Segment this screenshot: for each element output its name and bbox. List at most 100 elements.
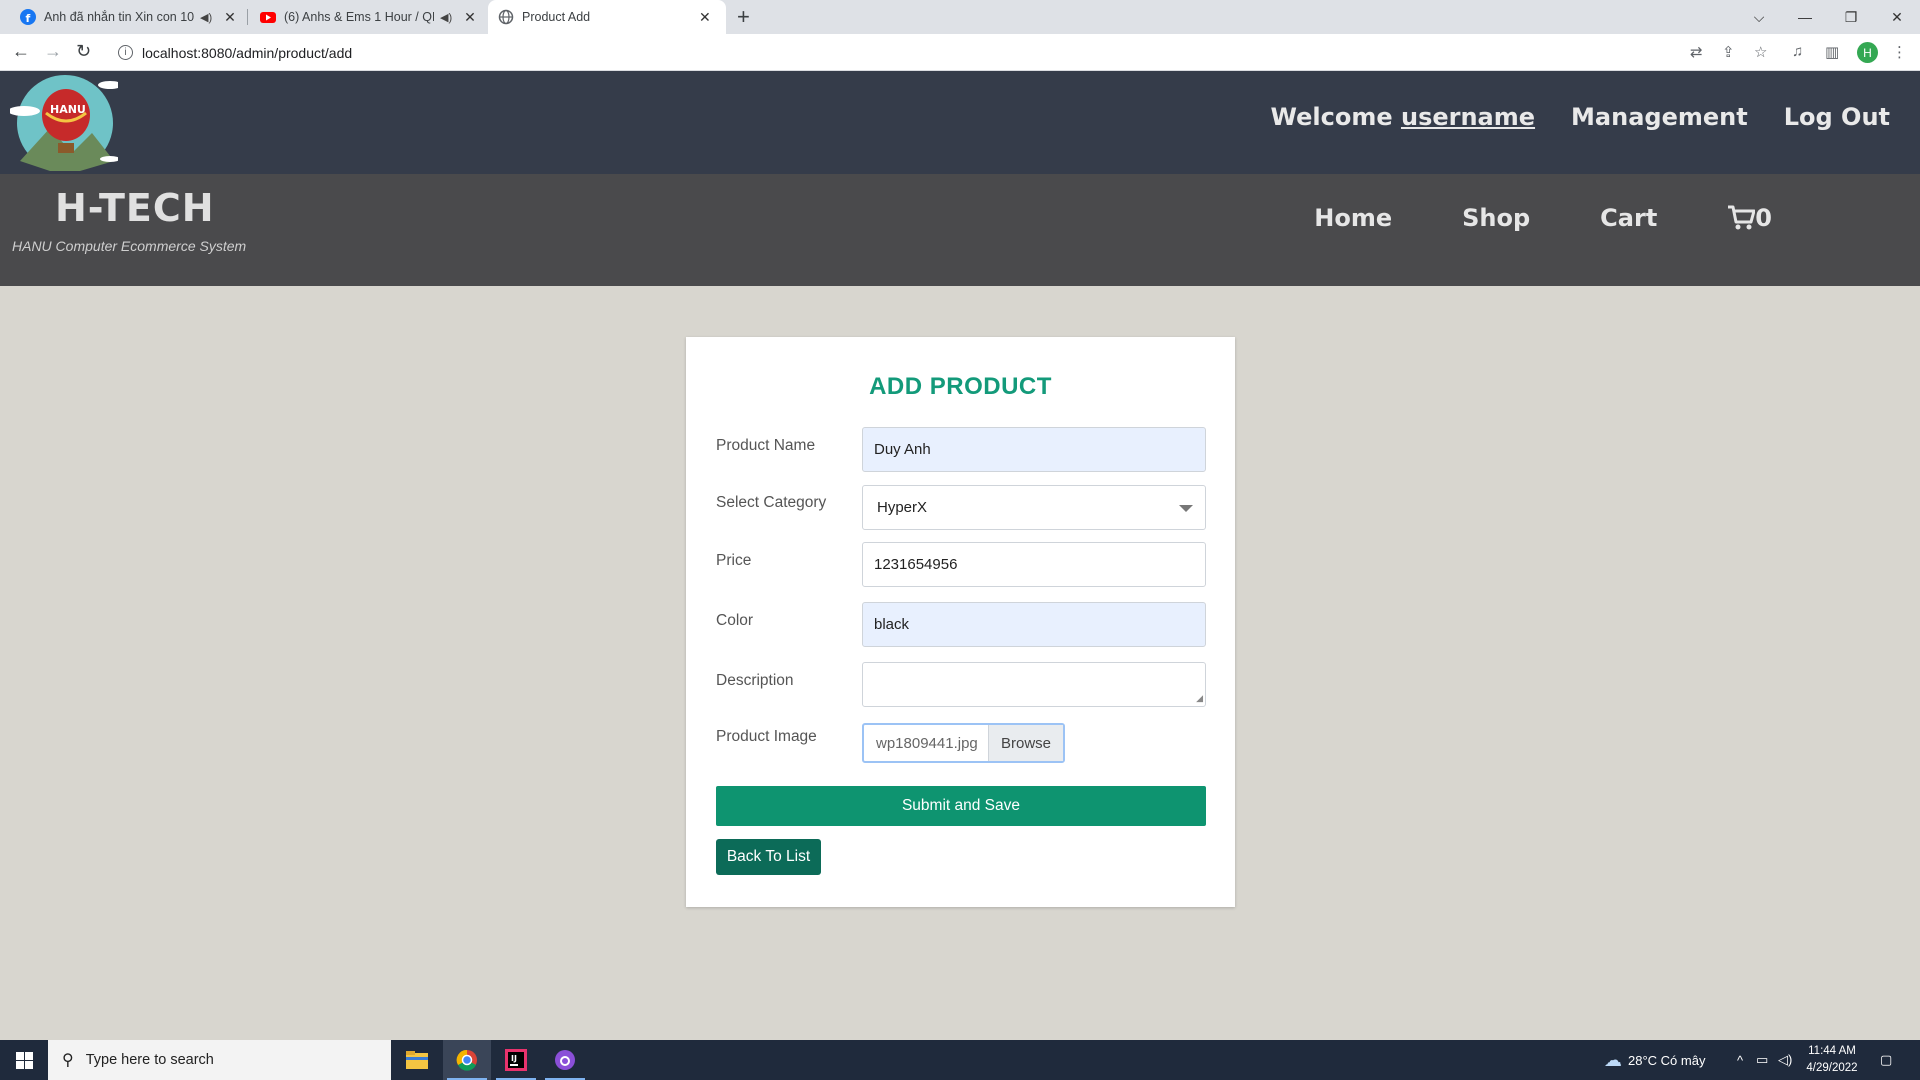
close-tab-icon[interactable]: ✕ [699,9,711,26]
description-textarea[interactable]: ◢ [862,662,1206,707]
svg-text:IJ: IJ [511,1054,517,1063]
brand-tagline: HANU Computer Ecommerce System [12,238,247,254]
resize-grip-icon[interactable]: ◢ [1196,693,1203,704]
product-image-file-input[interactable]: wp1809441.jpg Browse [862,723,1065,763]
url-text: localhost:8080/admin/product/add [142,44,353,61]
price-label: Price [716,552,752,569]
hanu-logo[interactable]: HANU [10,73,118,173]
nav-home[interactable]: Home [1314,204,1392,232]
tab-search-icon[interactable]: ⌵ [1736,0,1782,34]
taskbar-search[interactable]: ⚲ Type here to search [48,1040,391,1080]
nav-cart[interactable]: Cart [1600,204,1657,232]
intellij-app[interactable]: IJ [492,1040,540,1080]
browse-button[interactable]: Browse [988,725,1063,761]
chevron-down-icon [1179,505,1193,512]
chrome-app[interactable] [443,1040,491,1080]
search-placeholder: Type here to search [85,1052,214,1068]
brand-title[interactable]: H-TECH [55,186,215,230]
facebook-icon: f [20,9,36,25]
globe-icon [498,9,514,25]
address-bar[interactable]: i localhost:8080/admin/product/add [110,39,1690,66]
nav-shop[interactable]: Shop [1462,204,1530,232]
folder-icon [406,1051,428,1069]
shopping-cart-icon [1728,205,1756,230]
product-image-label: Product Image [716,728,817,745]
restore-button[interactable]: ❐ [1828,0,1874,34]
tab-title: Anh đã nhắn tin Xin con 10 S [44,10,194,24]
tab-youtube[interactable]: (6) Anhs & Ems 1 Hour / QN ◀) ✕ [250,0,487,34]
submit-save-button[interactable]: Submit and Save [716,786,1206,826]
chrome-icon [456,1049,477,1071]
site-top-header: Welcome username Management Log Out [0,71,1920,174]
management-link[interactable]: Management [1571,103,1748,131]
share-icon[interactable]: ⇪ [1722,43,1735,61]
volume-icon[interactable]: ◁) [1778,1040,1792,1080]
close-tab-icon[interactable]: ✕ [464,9,476,26]
svg-text:f: f [26,12,31,25]
github-desktop-app[interactable] [541,1040,589,1080]
windows-taskbar: ⚲ Type here to search IJ ☁ 28°C Có mây ^… [0,1040,1920,1080]
tab-separator [247,9,248,25]
system-clock[interactable]: 11:44 AM 4/29/2022 [1800,1043,1864,1077]
speaker-icon[interactable]: ◀) [440,11,452,24]
search-icon: ⚲ [62,1052,74,1069]
show-hidden-icons[interactable]: ^ [1737,1040,1743,1080]
category-value: HyperX [877,499,928,516]
price-value: 1231654956 [874,556,958,573]
main-nav-links: Home Shop Cart 0 [1314,204,1920,232]
cart-button[interactable]: 0 [1727,204,1842,232]
intellij-icon: IJ [505,1049,527,1071]
clock-date: 4/29/2022 [1806,1062,1858,1074]
form-title: ADD PRODUCT [869,373,1052,400]
tab-product-add[interactable]: Product Add ✕ [488,0,726,34]
weather-widget[interactable]: ☁ 28°C Có mây [1604,1040,1705,1080]
minimize-button[interactable]: — [1782,0,1828,34]
start-button[interactable] [0,1040,48,1080]
price-input[interactable]: 1231654956 [862,542,1206,587]
forward-arrow-icon[interactable]: → [44,41,62,62]
category-select[interactable]: HyperX [862,485,1206,530]
translate-icon[interactable]: ⇄ [1690,43,1703,61]
new-tab-button[interactable]: + [737,4,750,30]
add-product-card: ADD PRODUCT Product Name Duy Anh Select … [686,337,1235,907]
network-icon[interactable]: ▭ [1756,1040,1768,1080]
media-control-icon[interactable]: ♫ [1792,43,1803,60]
weather-text: 28°C Có mây [1628,1052,1706,1068]
speaker-icon[interactable]: ◀) [200,11,212,24]
close-window-button[interactable]: ✕ [1874,0,1920,34]
svg-text:HANU: HANU [50,103,86,116]
tab-facebook[interactable]: f Anh đã nhắn tin Xin con 10 S ◀) ✕ [10,0,247,34]
site-main-nav: H-TECH HANU Computer Ecommerce System Ho… [0,174,1920,286]
cloud-icon: ☁ [1604,1049,1622,1070]
color-input[interactable]: black [862,602,1206,647]
more-menu-icon[interactable]: ⋮ [1892,43,1907,61]
github-icon [555,1050,575,1070]
description-label: Description [716,672,794,689]
side-panel-icon[interactable]: ▥ [1825,43,1839,61]
browser-tab-bar: f Anh đã nhắn tin Xin con 10 S ◀) ✕ (6) … [0,0,1920,34]
profile-avatar[interactable]: H [1857,42,1878,63]
bookmark-star-icon[interactable]: ☆ [1754,43,1767,61]
tab-title: (6) Anhs & Ems 1 Hour / QN [284,10,434,24]
file-explorer-app[interactable] [393,1040,441,1080]
close-tab-icon[interactable]: ✕ [224,9,236,26]
youtube-icon [260,12,276,23]
site-info-icon[interactable]: i [118,45,133,60]
product-name-value: Duy Anh [874,441,931,458]
reload-icon[interactable]: ↻ [76,41,91,62]
back-arrow-icon[interactable]: ← [12,41,30,62]
account-links: Welcome username Management Log Out [1271,103,1891,131]
username-link[interactable]: username [1401,103,1535,131]
product-name-label: Product Name [716,437,816,454]
product-name-input[interactable]: Duy Anh [862,427,1206,472]
windows-logo-icon [15,1051,33,1069]
category-label: Select Category [716,494,827,511]
welcome-label: Welcome [1270,103,1393,131]
logout-link[interactable]: Log Out [1784,103,1890,131]
back-to-list-button[interactable]: Back To List [716,839,821,875]
welcome-text: Welcome username [1271,103,1536,131]
notifications-icon[interactable]: ▢ [1880,1040,1892,1080]
clock-time: 11:44 AM [1808,1045,1856,1057]
tab-title: Product Add [522,10,591,24]
color-label: Color [716,612,754,629]
